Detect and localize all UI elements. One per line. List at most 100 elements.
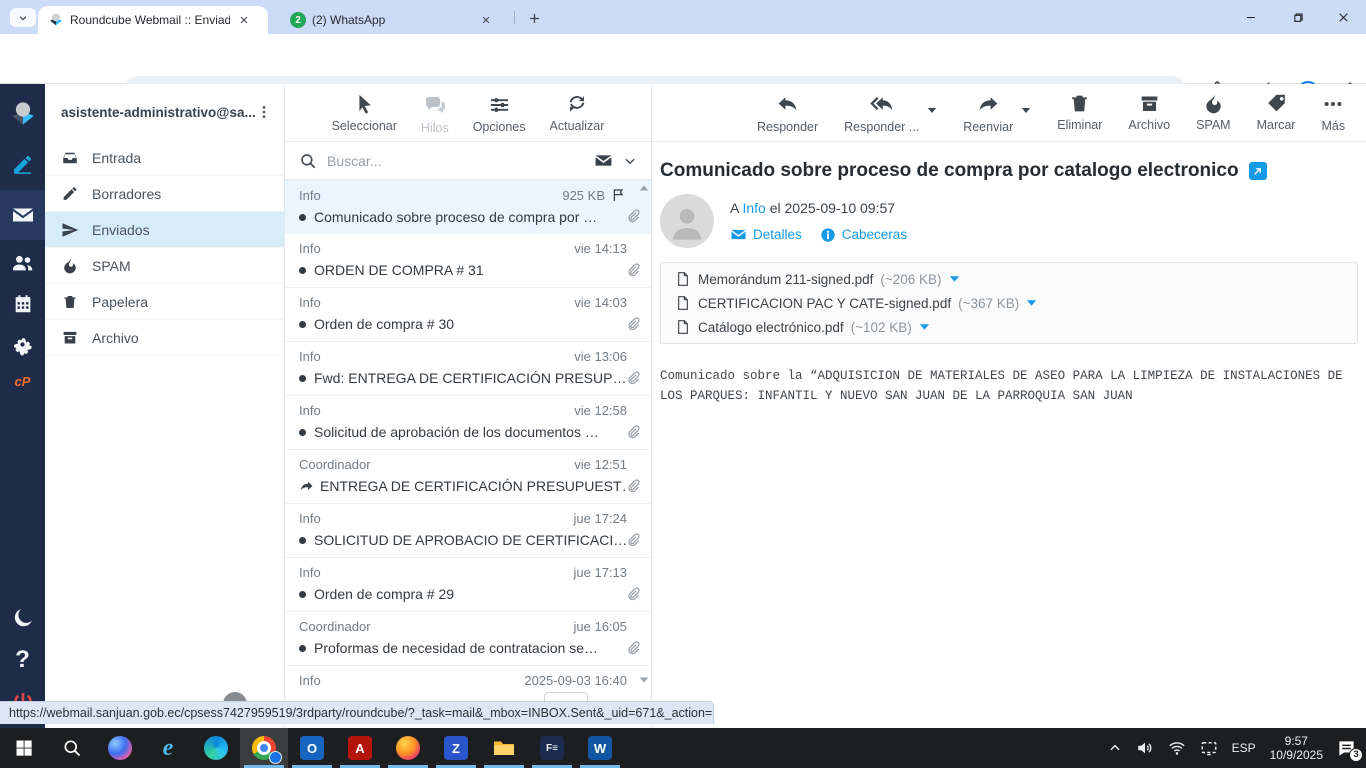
attachment-chip[interactable]: Memorándum 211-signed.pdf (~206 KB) (675, 271, 960, 287)
chevron-down-icon (18, 13, 28, 23)
attachment-chip[interactable]: CERTIFICACION PAC Y CATE-signed.pdf (~36… (675, 295, 1037, 311)
search-options-chevron-icon[interactable] (623, 154, 637, 168)
message-row[interactable]: Coordinadorvie 12:51 ENTREGA DE CERTIFIC… (285, 450, 651, 504)
message-row[interactable]: Info 925 KB Comunicado sobre proceso de … (285, 180, 651, 234)
reply-button[interactable]: Responder (757, 93, 818, 141)
taskbar-acrobat-button[interactable]: A (336, 728, 384, 768)
attachment-chip[interactable]: Catálogo electrónico.pdf (~102 KB) (675, 319, 1343, 335)
attachment-menu-caret-icon[interactable] (1026, 299, 1037, 307)
reply-all-menu-caret-icon[interactable] (927, 107, 937, 114)
language-indicator[interactable]: ESP (1232, 741, 1256, 755)
sender: Info (299, 349, 321, 364)
taskbar-fs-app-button[interactable]: F≡ (528, 728, 576, 768)
search-scope-envelope-icon[interactable] (594, 151, 613, 170)
inbox-icon (61, 149, 79, 167)
sender: Info (299, 565, 321, 580)
details-link[interactable]: Detalles (730, 226, 802, 243)
tab-close-icon[interactable] (478, 12, 494, 28)
delete-button[interactable]: Eliminar (1057, 93, 1102, 141)
unread-dot (299, 537, 306, 544)
select-button[interactable]: Seleccionar (332, 93, 397, 141)
spam-button[interactable]: SPAM (1196, 93, 1231, 141)
forward-menu-caret-icon[interactable] (1021, 107, 1031, 114)
message-row[interactable]: Infojue 17:24 SOLICITUD DE APROBACIO DE … (285, 504, 651, 558)
open-in-new-window-button[interactable] (1249, 162, 1267, 180)
date-join: el (770, 200, 781, 216)
refresh-button[interactable]: Actualizar (550, 93, 605, 141)
minimize-icon (1245, 11, 1257, 23)
rail-help-button[interactable]: ? (0, 642, 45, 678)
folder-enviados[interactable]: Enviados (45, 212, 284, 248)
tab-roundcube[interactable]: Roundcube Webmail :: Enviados (38, 6, 268, 34)
restore-button[interactable] (1274, 0, 1320, 34)
threads-button[interactable]: Hilos (421, 93, 449, 141)
attachment-menu-caret-icon[interactable] (949, 275, 960, 283)
message-row[interactable]: Coordinadorjue 16:05 Proformas de necesi… (285, 612, 651, 666)
taskbar-scanner-button[interactable]: Z (432, 728, 480, 768)
volume-icon[interactable] (1136, 739, 1154, 757)
fire-icon (61, 257, 79, 274)
rail-calendar-button[interactable] (0, 286, 45, 322)
minimize-button[interactable] (1228, 0, 1274, 34)
tab-search-button[interactable] (10, 8, 36, 27)
folder-archivo[interactable]: Archivo (45, 320, 284, 356)
rail-settings-button[interactable] (0, 326, 45, 362)
compose-button[interactable] (0, 146, 45, 182)
options-button[interactable]: Opciones (473, 93, 526, 141)
account-menu-kebab-icon[interactable] (256, 104, 272, 120)
folder-panel: asistente-administrativo@sa... Entrada B… (45, 84, 285, 728)
cast-screen-icon[interactable] (1200, 739, 1218, 757)
archive-button[interactable]: Archivo (1128, 93, 1170, 141)
taskbar-word-button[interactable]: W (576, 728, 624, 768)
word-icon: W (588, 736, 612, 760)
taskbar-outlook-button[interactable]: O (288, 728, 336, 768)
forward-button[interactable]: Reenviar (963, 93, 1013, 141)
taskbar-ie-button[interactable]: e (144, 728, 192, 768)
scrollbar-up-icon[interactable] (639, 184, 649, 192)
subject: Orden de compra # 29 (314, 586, 454, 602)
rail-contacts-button[interactable] (0, 244, 45, 280)
notifications-button[interactable]: 3 (1337, 739, 1356, 758)
flag-icon[interactable] (611, 187, 627, 203)
message-row[interactable]: Infovie 14:13 ORDEN DE COMPRA # 31 (285, 234, 651, 288)
taskbar-edge-button[interactable] (192, 728, 240, 768)
reply-all-button[interactable]: Responder ... (844, 93, 919, 141)
tab-close-icon[interactable] (236, 12, 252, 28)
headers-link[interactable]: Cabeceras (820, 227, 907, 243)
more-button[interactable]: Más (1321, 93, 1345, 141)
wifi-icon[interactable] (1168, 739, 1186, 757)
taskbar-clock[interactable]: 9:57 10/9/2025 (1270, 734, 1323, 762)
search-input[interactable] (327, 153, 584, 169)
message-row[interactable]: Infojue 17:13 Orden de compra # 29 (285, 558, 651, 612)
message-row[interactable]: Infovie 14:03 Orden de compra # 30 (285, 288, 651, 342)
recipient-link[interactable]: Info (742, 200, 765, 216)
taskbar-explorer-button[interactable] (480, 728, 528, 768)
scrollbar-down-icon[interactable] (639, 676, 649, 684)
folder-spam[interactable]: SPAM (45, 248, 284, 284)
folder-borradores[interactable]: Borradores (45, 176, 284, 212)
tab-whatsapp[interactable]: 2 (2) WhatsApp (280, 6, 510, 34)
rail-mail-button[interactable] (0, 196, 45, 234)
message-row[interactable]: Infovie 13:06 Fwd: ENTREGA DE CERTIFICAC… (285, 342, 651, 396)
recipient-line: A Info el 2025-09-10 09:57 (730, 200, 907, 216)
new-tab-button[interactable] (524, 8, 544, 28)
rail-darkmode-button[interactable] (0, 600, 45, 636)
tray-expand-chevron-icon[interactable] (1108, 741, 1122, 755)
attachments-box: Memorándum 211-signed.pdf (~206 KB) CERT… (660, 262, 1358, 344)
subject: Comunicado sobre proceso de compra por … (314, 209, 597, 225)
folder-papelera[interactable]: Papelera (45, 284, 284, 320)
mail-envelope-icon (11, 203, 35, 227)
start-button[interactable] (0, 728, 48, 768)
search-icon (299, 152, 317, 170)
attachment-menu-caret-icon[interactable] (919, 323, 930, 331)
taskbar-chrome-button[interactable] (240, 728, 288, 768)
taskbar-search-button[interactable] (48, 728, 96, 768)
taskbar-firefox-button[interactable] (384, 728, 432, 768)
mark-button[interactable]: Marcar (1257, 93, 1296, 141)
close-window-button[interactable] (1320, 0, 1366, 34)
folder-entrada[interactable]: Entrada (45, 140, 284, 176)
rail-cpanel-button[interactable]: cP (0, 366, 45, 396)
taskbar-copilot-button[interactable] (96, 728, 144, 768)
paperclip-icon (625, 208, 641, 224)
message-row[interactable]: Infovie 12:58 Solicitud de aprobación de… (285, 396, 651, 450)
